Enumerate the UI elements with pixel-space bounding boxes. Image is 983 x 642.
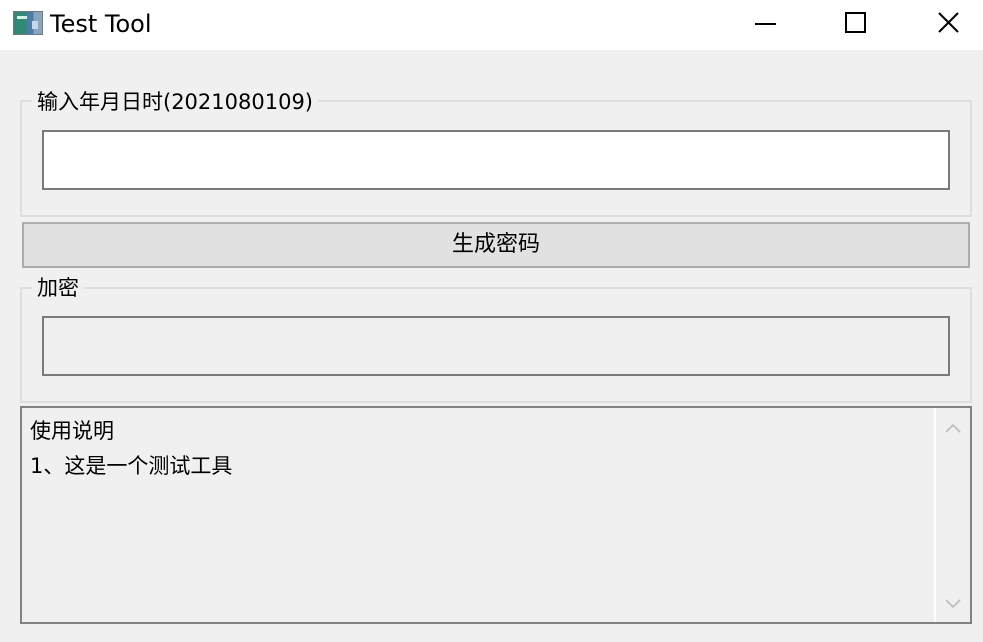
window-title: Test Tool (50, 10, 152, 38)
chevron-down-icon[interactable] (942, 592, 964, 614)
instructions-line-1: 1、这是一个测试工具 (30, 454, 233, 478)
app-icon (13, 11, 43, 35)
title-bar: Test Tool (0, 0, 983, 50)
close-icon (938, 12, 959, 33)
chevron-up-icon[interactable] (942, 418, 964, 440)
vertical-scrollbar[interactable] (934, 408, 970, 622)
instructions-textarea[interactable]: 使用说明 1、这是一个测试工具 (20, 406, 972, 624)
date-group-label: 输入年月日时(2021080109) (32, 89, 318, 115)
minimize-button[interactable] (719, 0, 811, 46)
encrypt-group-label: 加密 (32, 275, 84, 301)
maximize-button[interactable] (810, 0, 902, 46)
close-button[interactable] (902, 0, 983, 46)
minimize-icon (755, 23, 776, 25)
instructions-text: 使用说明 1、这是一个测试工具 (30, 414, 232, 484)
instructions-heading: 使用说明 (30, 419, 114, 443)
maximize-icon (845, 12, 866, 33)
generate-password-button[interactable]: 生成密码 (22, 222, 970, 268)
date-input[interactable] (42, 130, 950, 190)
encrypted-output-field[interactable] (42, 316, 950, 376)
